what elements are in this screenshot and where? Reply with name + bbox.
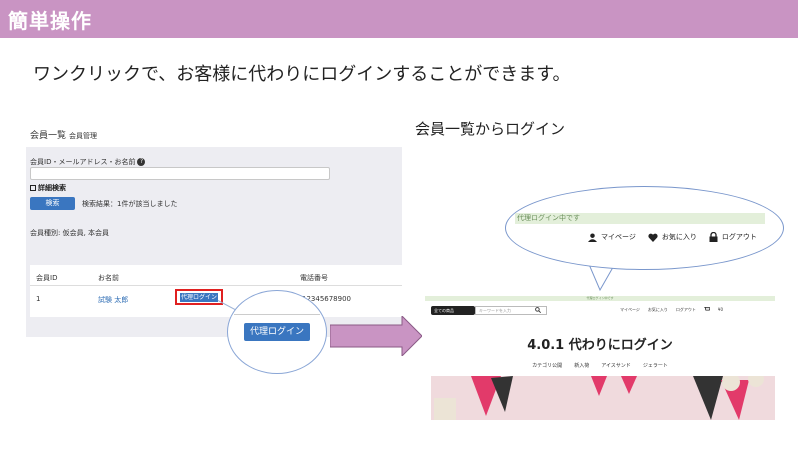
expand-icon xyxy=(30,185,36,191)
proxy-login-banner: 代理ログイン中です xyxy=(515,213,765,224)
search-field-label-text: 会員ID・メールアドレス・お名前 xyxy=(30,158,136,166)
menu-item[interactable]: ジェラート xyxy=(643,362,668,369)
hero-image xyxy=(431,376,775,420)
site-cart-total[interactable]: ¥0 xyxy=(718,307,723,313)
member-search-input[interactable] xyxy=(30,167,330,180)
admin-title: 会員一覧 会員管理 xyxy=(30,128,97,141)
detail-search-label: 詳細検索 xyxy=(38,184,66,192)
search-field-label: 会員ID・メールアドレス・お名前? xyxy=(30,157,146,167)
proxy-login-button[interactable]: 代理ログイン xyxy=(180,293,218,302)
site-nav-logout[interactable]: ログアウト xyxy=(676,307,696,313)
site-nav-mypage[interactable]: マイページ xyxy=(620,307,640,313)
admin-title-main: 会員一覧 xyxy=(30,131,67,141)
right-section-title: 会員一覧からログイン xyxy=(415,120,566,138)
help-icon[interactable]: ? xyxy=(137,158,146,166)
site-header-nav: マイページ お気に入り ログアウト ¥0 xyxy=(620,306,723,313)
detail-search-toggle[interactable]: 詳細検索 xyxy=(30,183,66,193)
arrow-right-icon xyxy=(330,316,422,356)
member-type-filter: 会員種別: 仮会員, 本会員 xyxy=(30,229,110,237)
cell-member-id: 1 xyxy=(36,295,41,303)
site-page-heading: 4.0.1 代わりにログイン xyxy=(527,338,673,353)
proxy-login-highlight: 代理ログイン xyxy=(175,289,223,305)
cell-member-name-link[interactable]: 試験 太郎 xyxy=(98,295,128,305)
column-header-phone: 電話番号 xyxy=(300,274,328,282)
nav-favorites-label: お気に入り xyxy=(661,233,697,241)
header-bar xyxy=(0,0,798,38)
menu-item[interactable]: アイスサンド xyxy=(601,362,631,369)
site-proxy-banner: 代理ログイン中です xyxy=(425,296,775,301)
nav-logout[interactable]: ログアウト xyxy=(709,232,757,242)
callout-bubble xyxy=(505,186,784,270)
nav-favorites[interactable]: お気に入り xyxy=(648,232,697,242)
nav-logout-label: ログアウト xyxy=(721,233,757,241)
category-select[interactable]: 全ての商品 xyxy=(431,306,475,315)
zoom-divider xyxy=(234,314,320,315)
ice-cream-image xyxy=(431,376,775,420)
menu-item[interactable]: 新入荷 xyxy=(574,362,589,369)
column-header-id: 会員ID xyxy=(36,274,58,282)
zoom-callout: 代理ログイン xyxy=(227,290,327,374)
lock-icon xyxy=(709,232,718,242)
search-icon[interactable] xyxy=(535,307,541,313)
result-table: 会員ID お名前 電話番号 1 試験 太郎 12345678900 代理ログイン xyxy=(30,265,402,317)
table-divider xyxy=(30,285,402,286)
nav-mypage[interactable]: マイページ xyxy=(588,232,636,242)
user-icon xyxy=(588,232,597,242)
subtitle: ワンクリックで、お客様に代わりにログインすることができます。 xyxy=(33,64,571,85)
heart-icon xyxy=(648,233,658,242)
menu-item[interactable]: カテゴリ公開 xyxy=(532,362,562,369)
cart-icon[interactable] xyxy=(703,306,711,313)
header-nav-zoomed: マイページ お気に入り ログアウト xyxy=(588,232,757,242)
column-header-name: お名前 xyxy=(98,274,119,282)
storefront-preview: 代理ログイン中です 全ての商品 キーワードを入力 マイページ お気に入り ログア… xyxy=(425,296,775,422)
site-nav-favorites[interactable]: お気に入り xyxy=(648,307,668,313)
proxy-login-button-zoomed[interactable]: 代理ログイン xyxy=(244,323,310,341)
nav-mypage-label: マイページ xyxy=(601,233,636,241)
page-title: 簡単操作 xyxy=(8,9,92,33)
site-category-menu: カテゴリ公開 新入荷 アイスサンド ジェラート xyxy=(425,362,775,369)
admin-title-sub: 会員管理 xyxy=(69,132,98,140)
search-button[interactable]: 検索 xyxy=(30,197,75,210)
search-result-text: 検索結果：1件が該当しました xyxy=(82,200,178,208)
